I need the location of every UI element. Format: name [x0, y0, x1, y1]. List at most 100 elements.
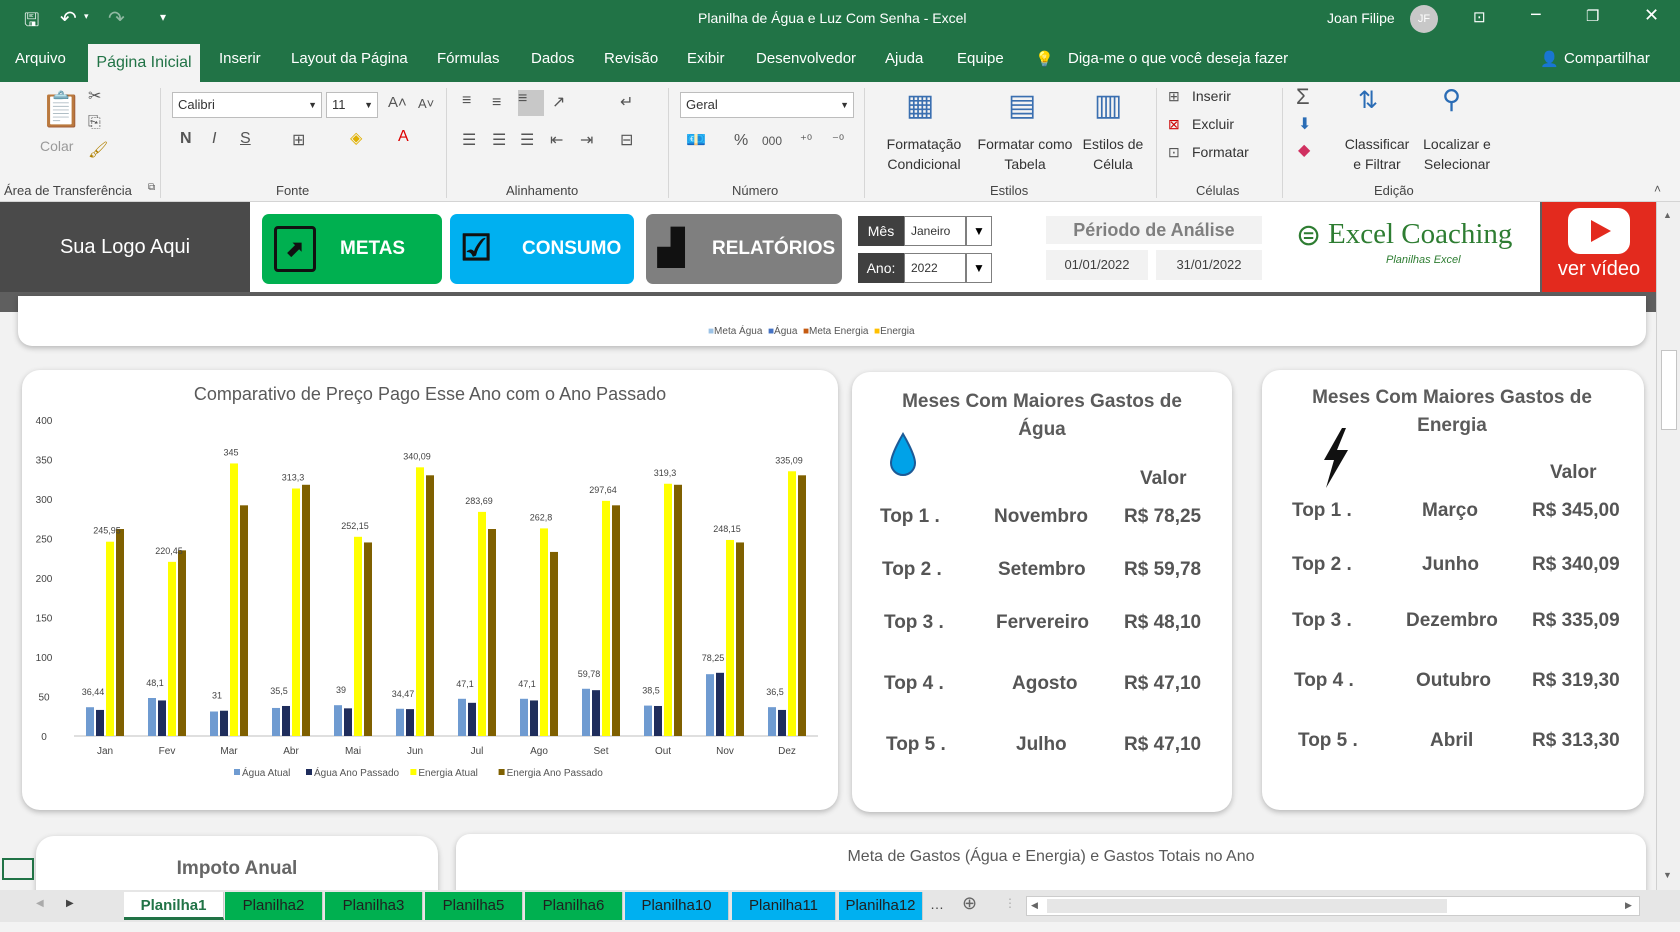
italic-button[interactable]: I	[212, 130, 216, 148]
decrease-font-icon[interactable]: A˅	[418, 96, 434, 111]
format-table-icon[interactable]: ▤	[1008, 88, 1036, 123]
sheet-tab-planilha12[interactable]: Planilha12	[839, 892, 923, 920]
sheet-tab-planilha3[interactable]: Planilha3	[325, 892, 423, 920]
paste-icon[interactable]: 📋	[40, 90, 82, 130]
scroll-down-icon[interactable]: ▼	[1663, 870, 1672, 880]
sheet-tab-planilha2[interactable]: Planilha2	[225, 892, 323, 920]
cell-styles-icon[interactable]: ▥	[1094, 88, 1122, 123]
cell-styles-button[interactable]: Estilos de Célula	[1076, 134, 1150, 174]
tab-arquivo[interactable]: Arquivo	[15, 50, 66, 67]
hscroll-right-icon[interactable]: ▶	[1625, 900, 1632, 911]
mes-dropdown-icon[interactable]: ▼	[966, 216, 992, 246]
thousands-button[interactable]: 000	[762, 134, 782, 148]
cut-icon[interactable]: ✂	[88, 86, 101, 106]
undo-icon[interactable]: ↶	[60, 6, 77, 31]
fill-color-icon[interactable]: ◈	[350, 128, 362, 148]
tab-inserir[interactable]: Inserir	[219, 50, 261, 67]
align-right-icon[interactable]: ☰	[520, 130, 534, 150]
sheet-tab-planilha11[interactable]: Planilha11	[732, 892, 836, 920]
redo-icon[interactable]: ↷	[108, 6, 125, 31]
collapse-ribbon-icon[interactable]: ˄	[1654, 182, 1661, 196]
video-button[interactable]: ver vídeo	[1542, 202, 1656, 292]
selected-cell[interactable]	[2, 858, 34, 880]
save-icon[interactable]: 🖫	[24, 8, 39, 38]
conditional-format-icon[interactable]: ▦	[906, 88, 934, 123]
tab-equipe[interactable]: Equipe	[957, 50, 1004, 67]
paste-button[interactable]: Colar	[40, 136, 73, 156]
format-cells-button[interactable]: Formatar	[1192, 142, 1249, 162]
borders-icon[interactable]: ⊞	[292, 130, 305, 150]
font-color-icon[interactable]: A	[398, 128, 409, 146]
delete-cells-icon[interactable]: ⊠	[1168, 116, 1180, 133]
close-icon[interactable]: ✕	[1644, 5, 1659, 26]
scroll-thumb[interactable]	[1661, 350, 1677, 430]
sort-filter-button[interactable]: Classificar e Filtrar	[1338, 134, 1416, 174]
ano-select[interactable]: 2022	[904, 253, 966, 283]
mes-select[interactable]: Janeiro	[904, 216, 966, 246]
tab-pagina-inicial[interactable]: Página Inicial	[88, 44, 200, 82]
wrap-text-icon[interactable]: ↵	[620, 92, 633, 112]
consumo-button[interactable]: ☑ CONSUMO	[450, 214, 634, 284]
tab-exibir[interactable]: Exibir	[687, 50, 725, 67]
align-bottom-icon[interactable]: ≡	[518, 90, 544, 116]
conditional-format-button[interactable]: Formatação Condicional	[874, 134, 974, 174]
align-left-icon[interactable]: ☰	[462, 130, 476, 150]
delete-cells-button[interactable]: Excluir	[1192, 114, 1234, 134]
fill-icon[interactable]: ⬇	[1298, 114, 1311, 134]
percent-button[interactable]: %	[734, 132, 748, 150]
font-size-select[interactable]: 11 ▼	[326, 92, 378, 118]
sheet-tab-planilha10[interactable]: Planilha10	[625, 892, 729, 920]
copy-icon[interactable]: ⎘	[88, 114, 101, 132]
tab-revisao[interactable]: Revisão	[604, 50, 658, 67]
tab-formulas[interactable]: Fórmulas	[437, 50, 500, 67]
sort-filter-icon[interactable]: ⇅	[1358, 86, 1378, 115]
decrease-decimal-icon[interactable]: ⁻⁰	[832, 132, 844, 148]
format-cells-icon[interactable]: ⊡	[1168, 144, 1180, 161]
more-tabs-icon[interactable]: …	[930, 896, 944, 912]
bold-button[interactable]: N	[180, 130, 192, 148]
customize-toolbar-icon[interactable]: ▾	[160, 10, 166, 24]
sheet-tab-planilha6[interactable]: Planilha6	[525, 892, 623, 920]
underline-button[interactable]: S	[240, 130, 251, 148]
insert-cells-icon[interactable]: ⊞	[1168, 88, 1180, 105]
align-top-icon[interactable]: ≡	[462, 92, 471, 110]
hscroll-thumb[interactable]	[1047, 899, 1447, 913]
sheet-tab-planilha5[interactable]: Planilha5	[425, 892, 523, 920]
align-middle-icon[interactable]: ≡	[492, 94, 501, 112]
number-format-select[interactable]: Geral ▼	[680, 92, 854, 118]
tab-scroll-right-icon[interactable]: ▶	[66, 898, 74, 909]
ribbon-display-icon[interactable]: ⊡	[1473, 8, 1486, 26]
tab-dados[interactable]: Dados	[531, 50, 574, 67]
format-painter-icon[interactable]: 🖌	[88, 140, 108, 160]
merge-cells-icon[interactable]: ⊟	[620, 130, 633, 150]
decrease-indent-icon[interactable]: ⇤	[550, 130, 563, 150]
ano-dropdown-icon[interactable]: ▼	[966, 253, 992, 283]
splitter-icon[interactable]: ⋮	[1004, 896, 1016, 910]
find-select-icon[interactable]: ⚲	[1442, 84, 1461, 115]
relatorios-button[interactable]: ▟ RELATÓRIOS	[646, 214, 842, 284]
sheet-tab-planilha1[interactable]: Planilha1	[124, 892, 224, 920]
horizontal-scrollbar[interactable]: ◀ ▶	[1026, 896, 1640, 916]
restore-icon[interactable]: ❐	[1586, 7, 1599, 25]
scroll-up-icon[interactable]: ▲	[1663, 210, 1672, 220]
autosum-icon[interactable]: Σ	[1296, 84, 1310, 110]
share-button[interactable]: Compartilhar	[1564, 50, 1650, 67]
find-select-button[interactable]: Localizar e Selecionar	[1412, 134, 1502, 174]
user-name[interactable]: Joan Filipe	[1327, 10, 1395, 26]
clipboard-launcher-icon[interactable]: ⧉	[148, 182, 155, 193]
format-as-table-button[interactable]: Formatar como Tabela	[970, 134, 1080, 174]
increase-indent-icon[interactable]: ⇥	[580, 130, 593, 150]
worksheet[interactable]: Sua Logo Aqui ⬈ METAS ☑ CONSUMO ▟ RELATÓ…	[0, 202, 1656, 890]
clear-icon[interactable]: ◆	[1298, 140, 1310, 160]
orientation-icon[interactable]: ↗	[552, 92, 565, 112]
align-center-icon[interactable]: ☰	[492, 130, 506, 150]
hscroll-left-icon[interactable]: ◀	[1031, 900, 1038, 911]
metas-button[interactable]: ⬈ METAS	[262, 214, 442, 284]
vertical-scrollbar[interactable]: ▲ ▼	[1656, 202, 1680, 890]
undo-dropdown-icon[interactable]: ▾	[84, 11, 89, 22]
tab-scroll-left-icon[interactable]: ◀	[36, 898, 44, 909]
insert-cells-button[interactable]: Inserir	[1192, 86, 1231, 106]
font-name-select[interactable]: Calibri ▼	[172, 92, 322, 118]
minimize-icon[interactable]: −	[1530, 4, 1542, 27]
avatar[interactable]: JF	[1410, 5, 1438, 33]
